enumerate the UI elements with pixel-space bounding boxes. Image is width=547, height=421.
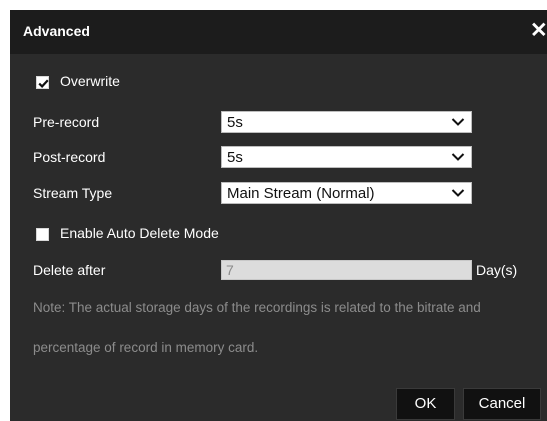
ok-button[interactable]: OK <box>396 388 455 420</box>
pre-record-label: Pre-record <box>33 114 100 130</box>
pre-record-value: 5s <box>227 114 243 131</box>
post-record-value: 5s <box>227 149 243 166</box>
close-icon[interactable]: ✕ <box>530 20 547 42</box>
dialog-titlebar: Advanced ✕ <box>10 10 547 54</box>
chevron-down-icon <box>451 153 465 161</box>
pre-record-select[interactable]: 5s <box>221 111 472 133</box>
check-icon <box>38 79 49 88</box>
overwrite-label: Overwrite <box>60 73 120 89</box>
stream-type-value: Main Stream (Normal) <box>227 185 375 202</box>
delete-after-input: 7 <box>221 260 472 280</box>
cancel-button[interactable]: Cancel <box>463 388 541 420</box>
overwrite-checkbox[interactable] <box>36 76 49 89</box>
delete-after-unit: Day(s) <box>476 262 518 278</box>
chevron-down-icon <box>451 189 465 197</box>
delete-after-label: Delete after <box>33 262 106 278</box>
stream-type-label: Stream Type <box>33 185 113 201</box>
dialog-title: Advanced <box>23 23 90 39</box>
note-line-2: percentage of record in memory card. <box>33 340 259 355</box>
note-line-1: Note: The actual storage days of the rec… <box>33 300 481 315</box>
stream-type-select[interactable]: Main Stream (Normal) <box>221 182 472 204</box>
advanced-dialog: Advanced ✕ Overwrite Pre-record 5s Post-… <box>10 10 547 421</box>
chevron-down-icon <box>451 118 465 126</box>
delete-after-value: 7 <box>226 262 234 278</box>
post-record-select[interactable]: 5s <box>221 146 472 168</box>
auto-delete-label: Enable Auto Delete Mode <box>60 225 219 241</box>
post-record-label: Post-record <box>33 149 106 165</box>
auto-delete-checkbox[interactable] <box>36 228 49 241</box>
